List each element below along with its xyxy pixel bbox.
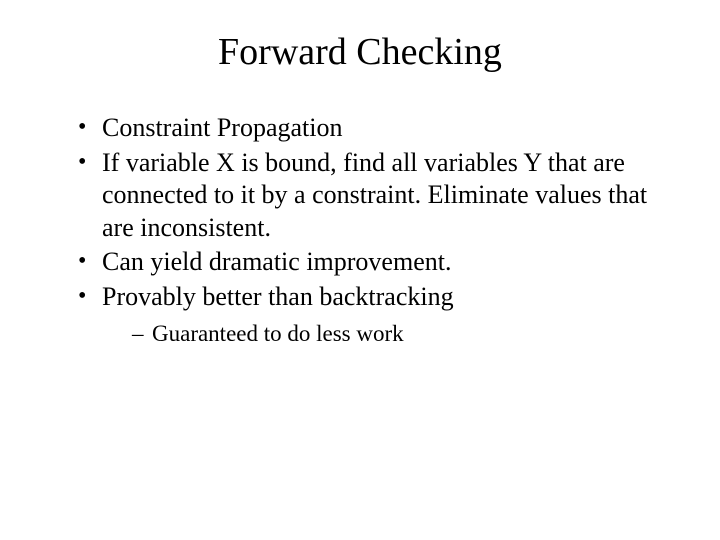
bullet-item: Constraint Propagation — [78, 112, 670, 145]
bullet-list: Constraint Propagation If variable X is … — [50, 112, 670, 349]
bullet-item: Can yield dramatic improvement. — [78, 246, 670, 279]
sub-bullet-list: Guaranteed to do less work — [102, 319, 670, 349]
sub-bullet-item: Guaranteed to do less work — [132, 319, 670, 349]
bullet-item: If variable X is bound, find all variabl… — [78, 147, 670, 245]
slide-title: Forward Checking — [50, 30, 670, 74]
bullet-text: Provably better than backtracking — [102, 282, 454, 311]
bullet-item: Provably better than backtracking Guaran… — [78, 281, 670, 349]
